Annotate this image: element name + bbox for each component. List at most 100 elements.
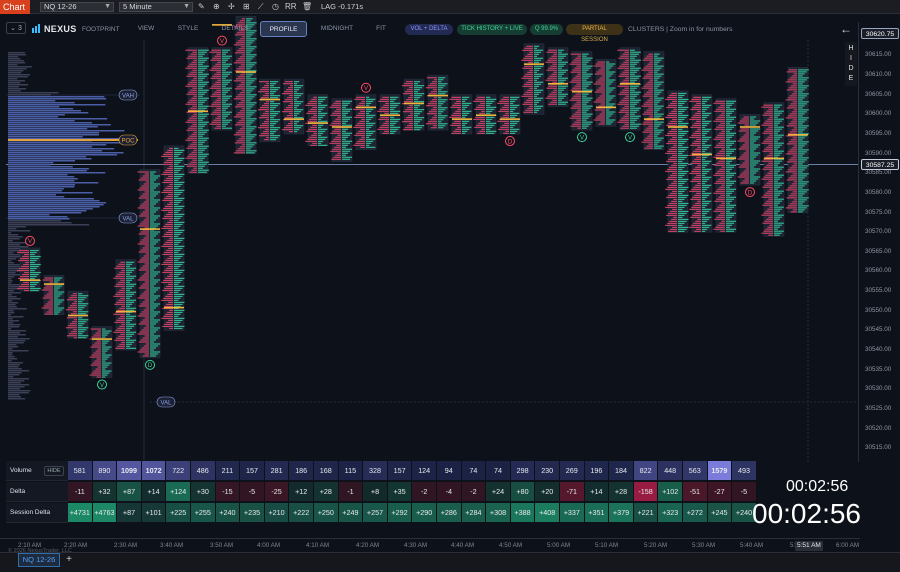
vol-delta-pill[interactable]: VOL + DELTA: [405, 24, 453, 35]
profile-bar: [8, 202, 107, 204]
footprint-candle[interactable]: [257, 78, 281, 143]
hide-panel-button[interactable]: H I D E: [845, 42, 857, 86]
quantile-pill[interactable]: Q 99.9%: [530, 24, 563, 35]
footprint-candle[interactable]: [641, 51, 665, 150]
footprint-candle[interactable]: [785, 67, 809, 213]
price-axis[interactable]: 30615.00 30610.00 30605.00 30600.00 30595.00…: [858, 22, 900, 462]
price-tick: 30540.00: [865, 346, 892, 354]
stat-cell: +257: [363, 503, 388, 523]
chart-tab-nq[interactable]: NQ 12-26: [18, 553, 60, 567]
profile-bar: [8, 70, 24, 72]
footprint-candle[interactable]: D: [497, 94, 521, 147]
profile-bar: [8, 330, 27, 332]
tick-history-pill[interactable]: TICK HISTORY + LIVE: [457, 24, 527, 35]
footprint-candle[interactable]: [665, 90, 689, 233]
footprint-candle[interactable]: V: [17, 235, 41, 292]
profile-bar: [8, 218, 70, 220]
profile-bar: [8, 326, 20, 328]
footprint-candle[interactable]: [329, 98, 353, 162]
stat-cell: +286: [437, 503, 462, 523]
profile-button[interactable]: PROFILE: [260, 21, 307, 37]
footprint-candle[interactable]: V: [353, 82, 377, 150]
profile-bar: [8, 172, 106, 174]
profile-bar: [8, 188, 64, 190]
arrow-left-icon[interactable]: ←: [840, 23, 852, 35]
footprint-candle[interactable]: [401, 78, 425, 131]
midnight-button[interactable]: MIDNIGHT: [314, 21, 360, 37]
footprint-candle[interactable]: [713, 98, 737, 233]
version-button[interactable]: ⌄ 3: [6, 22, 26, 34]
footprint-candle[interactable]: [473, 94, 497, 135]
stat-cell: -71: [560, 482, 585, 502]
stat-cell: +222: [289, 503, 314, 523]
footprint-candle[interactable]: [545, 47, 569, 107]
profile-bar: [8, 196, 65, 198]
profile-bar: [8, 226, 26, 228]
profile-bar: [8, 122, 92, 124]
add-tab-button[interactable]: +: [64, 554, 74, 566]
footprint-candle[interactable]: [449, 94, 473, 135]
profile-bar: [8, 334, 26, 336]
svg-text:V: V: [628, 135, 632, 141]
details-button[interactable]: DETAILS: [213, 21, 257, 37]
price-tick: 30530.00: [865, 385, 892, 393]
footprint-candle[interactable]: [113, 259, 137, 351]
stat-cell: 448: [658, 461, 683, 481]
time-tick: 5:00 AM: [547, 542, 571, 549]
profile-bar: [8, 238, 20, 240]
profile-bar: [8, 364, 20, 366]
high-price-tag: 30620.75: [861, 27, 899, 39]
footprint-chart[interactable]: VAH POC VAL VAL V V D V V D V V D: [0, 0, 858, 462]
profile-bar: [8, 348, 13, 350]
time-axis[interactable]: 2:10 AM 2:20 AM 2:30 AM 3:40 AM 3:50 AM 4:00 …: [0, 538, 860, 552]
stat-cell: 184: [609, 461, 634, 481]
footprint-candle[interactable]: [593, 59, 617, 127]
footprint-candle[interactable]: [281, 78, 305, 135]
fit-button[interactable]: FIT: [366, 21, 396, 37]
profile-bar: [8, 234, 19, 236]
style-button[interactable]: STYLE: [168, 21, 208, 37]
footprint-candle[interactable]: V: [209, 24, 233, 131]
footprint-candle[interactable]: V: [617, 47, 641, 143]
footprint-candle[interactable]: [689, 94, 713, 233]
price-tick: 30525.00: [865, 404, 892, 412]
profile-bar: [8, 352, 13, 354]
logo-icon: [32, 24, 40, 33]
footprint-candle[interactable]: [41, 275, 65, 315]
footprint-candle[interactable]: V: [89, 326, 113, 390]
stat-cell: 186: [289, 461, 314, 481]
stat-cell: +14: [141, 482, 167, 502]
partial-session-pill[interactable]: PARTIAL SESSION: [566, 24, 623, 43]
stat-cell: 298: [510, 461, 536, 481]
time-tick: 3:50 AM: [210, 542, 234, 549]
profile-bar: [8, 212, 82, 214]
footprint-candle[interactable]: [305, 94, 329, 147]
profile-bar: [8, 92, 59, 94]
profile-bar: [8, 114, 65, 116]
footprint-candle[interactable]: [161, 145, 185, 331]
profile-bar: [8, 184, 76, 186]
footprint-candle[interactable]: [761, 102, 785, 237]
footprint-candle[interactable]: D: [137, 169, 161, 370]
footer-tabs: NQ 12-26 +: [0, 552, 900, 572]
footprint-candle[interactable]: V: [569, 51, 593, 143]
footprint-candle[interactable]: [65, 290, 89, 339]
time-tick: 5:40 AM: [740, 542, 764, 549]
footprint-candle[interactable]: D: [737, 114, 761, 198]
profile-bar: [8, 244, 21, 246]
footprint-candle[interactable]: [185, 47, 209, 174]
stat-cell: 196: [584, 461, 610, 481]
profile-bar: [8, 52, 25, 54]
view-button[interactable]: VIEW: [126, 21, 166, 37]
stat-cell: +124: [166, 482, 191, 502]
price-tick: 30545.00: [865, 326, 892, 334]
hide-stats-button[interactable]: HIDE: [44, 466, 64, 476]
profile-bar: [8, 62, 26, 64]
footprint-candle[interactable]: [377, 94, 401, 135]
stat-cell: +292: [387, 503, 413, 523]
footprint-candle[interactable]: [521, 43, 545, 115]
price-tick: 30595.00: [865, 130, 892, 138]
footprint-candle[interactable]: [425, 74, 449, 131]
price-tick: 30600.00: [865, 110, 892, 118]
profile-bar: [8, 338, 30, 340]
